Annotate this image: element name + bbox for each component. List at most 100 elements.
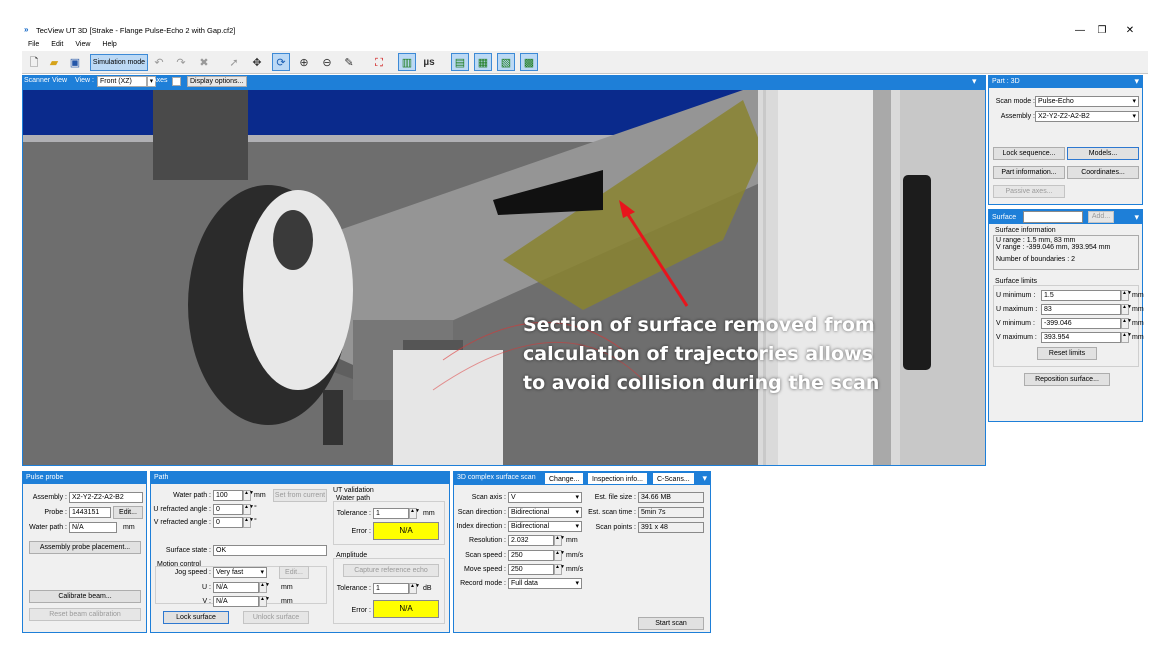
surface-tab[interactable]: Surface: [992, 212, 1016, 224]
v-position-spinner[interactable]: ▲▼: [259, 596, 270, 607]
unlock-surface-button[interactable]: Unlock surface: [243, 611, 309, 624]
fit-view-icon[interactable]: ⛶: [370, 53, 388, 71]
path-title: Path: [151, 472, 449, 484]
u-position-spinner[interactable]: ▲▼: [259, 582, 270, 593]
simulation-mode-button[interactable]: Simulation mode: [90, 54, 148, 71]
scan-speed-field[interactable]: 250: [508, 550, 554, 561]
v-refracted-field[interactable]: 0: [213, 517, 243, 528]
close-button[interactable]: ✕: [1120, 24, 1140, 38]
wp-tolerance-field[interactable]: 1: [373, 508, 409, 519]
v-min-field[interactable]: -399.046: [1041, 318, 1121, 329]
start-scan-button[interactable]: Start scan: [638, 617, 704, 630]
u-position-unit: mm: [281, 584, 293, 591]
lock-sequence-button[interactable]: Lock sequence...: [993, 147, 1065, 160]
reset-limits-button[interactable]: Reset limits: [1037, 347, 1097, 360]
part-information-button[interactable]: Part information...: [993, 166, 1065, 179]
scan-collapse-icon[interactable]: ▾: [702, 472, 707, 484]
menu-file[interactable]: File: [28, 39, 39, 51]
wp-error-label: Error :: [351, 528, 371, 535]
amp-tolerance-spinner[interactable]: ▲▼: [409, 583, 420, 594]
u-refracted-field[interactable]: 0: [213, 504, 243, 515]
open-folder-icon[interactable]: ▰: [45, 53, 63, 71]
set-from-current-button[interactable]: Set from current: [273, 489, 327, 502]
new-file-icon[interactable]: 🗋: [25, 53, 43, 71]
u-refracted-spinner[interactable]: ▲▼: [243, 504, 254, 515]
resolution-spinner[interactable]: ▲▼: [554, 535, 565, 546]
layout-3-icon[interactable]: ▧: [497, 53, 515, 71]
scan-speed-spinner[interactable]: ▲▼: [554, 550, 565, 561]
scan-axis-select[interactable]: V: [508, 492, 582, 503]
reset-beam-calibration-button[interactable]: Reset beam calibration: [29, 608, 141, 621]
cscans-tab[interactable]: C-Scans...: [652, 472, 695, 485]
u-max-field[interactable]: 83: [1041, 304, 1121, 315]
u-min-spinner[interactable]: ▲▼: [1121, 290, 1132, 301]
jog-speed-select[interactable]: Very fast: [213, 567, 267, 578]
passive-axes-button[interactable]: Passive axes...: [993, 185, 1065, 198]
delete-icon[interactable]: ✖: [195, 53, 213, 71]
scanner-view-collapse-icon[interactable]: ▾: [972, 76, 977, 87]
move-speed-field[interactable]: 250: [508, 564, 554, 575]
capture-reference-echo-button[interactable]: Capture reference echo: [343, 564, 439, 577]
probe-edit-button[interactable]: Edit...: [113, 506, 143, 519]
layout-4-icon[interactable]: ▩: [520, 53, 538, 71]
u-min-field[interactable]: 1.5: [1041, 290, 1121, 301]
maximize-button[interactable]: ❐: [1092, 24, 1112, 38]
change-tab[interactable]: Change...: [544, 472, 585, 485]
scan-mode-select[interactable]: Pulse-Echo: [1035, 96, 1139, 107]
add-surface-button[interactable]: Add...: [1088, 211, 1114, 223]
v-min-unit: mm: [1132, 320, 1144, 327]
wp-error-indicator: N/A: [373, 522, 439, 540]
lock-surface-button[interactable]: Lock surface: [163, 611, 229, 624]
index-direction-select[interactable]: Bidirectional: [508, 521, 582, 532]
assembly-select[interactable]: X2-Y2-Z2-A2-B2: [1035, 111, 1139, 122]
microseconds-icon[interactable]: µs: [420, 53, 438, 71]
inspection-info-tab[interactable]: Inspection info...: [587, 472, 648, 485]
amp-tolerance-field[interactable]: 1: [373, 583, 409, 594]
menu-view[interactable]: View: [75, 39, 90, 51]
wp-tolerance-unit: mm: [423, 510, 435, 517]
scan-direction-select[interactable]: Bidirectional: [508, 507, 582, 518]
ut-validation-label: UT validation: [333, 487, 374, 494]
surface-collapse-icon[interactable]: ▾: [1134, 211, 1139, 223]
record-mode-select[interactable]: Full data: [508, 578, 582, 589]
models-button[interactable]: Models...: [1067, 147, 1139, 160]
v-refracted-spinner[interactable]: ▲▼: [243, 517, 254, 528]
pan-icon[interactable]: ✥: [248, 53, 266, 71]
menu-help[interactable]: Help: [102, 39, 116, 51]
amp-error-indicator: N/A: [373, 600, 439, 618]
ascan-view-icon[interactable]: ▥: [398, 53, 416, 71]
jog-edit-button[interactable]: Edit...: [279, 566, 309, 579]
layout-1-icon[interactable]: ▤: [451, 53, 469, 71]
resolution-field[interactable]: 2.032: [508, 535, 554, 546]
v-max-spinner[interactable]: ▲▼: [1121, 332, 1132, 343]
assembly-probe-placement-button[interactable]: Assembly probe placement...: [29, 541, 141, 554]
view-select[interactable]: Front (XZ): [97, 76, 147, 87]
redo-icon[interactable]: ↷: [172, 53, 190, 71]
wp-tolerance-spinner[interactable]: ▲▼: [409, 508, 420, 519]
menu-edit[interactable]: Edit: [51, 39, 63, 51]
scanner-3d-viewport[interactable]: Section of surface removed from calculat…: [22, 89, 986, 466]
move-speed-spinner[interactable]: ▲▼: [554, 564, 565, 575]
part-collapse-icon[interactable]: ▾: [1134, 76, 1139, 87]
minimize-button[interactable]: —: [1070, 24, 1090, 38]
u-max-spinner[interactable]: ▲▼: [1121, 304, 1132, 315]
display-options-button[interactable]: Display options...: [187, 76, 247, 87]
layout-2-icon[interactable]: ▦: [474, 53, 492, 71]
coordinates-button[interactable]: Coordinates...: [1067, 166, 1139, 179]
zoom-out-icon[interactable]: ⊖: [318, 53, 336, 71]
undo-icon[interactable]: ↶: [150, 53, 168, 71]
calibrate-beam-button[interactable]: Calibrate beam...: [29, 590, 141, 603]
axes-checkbox[interactable]: [172, 77, 181, 86]
v-min-spinner[interactable]: ▲▼: [1121, 318, 1132, 329]
side-select[interactable]: Side A: [1023, 211, 1083, 223]
reposition-surface-button[interactable]: Reposition surface...: [1024, 373, 1110, 386]
rotate-icon[interactable]: ⟳: [272, 53, 290, 71]
pointer-icon[interactable]: ➚: [225, 53, 243, 71]
index-direction-label: Index direction :: [456, 523, 506, 530]
zoom-in-icon[interactable]: ⊕: [295, 53, 313, 71]
ruler-icon[interactable]: ✎: [340, 53, 358, 71]
path-water-path-field[interactable]: 100: [213, 490, 243, 501]
save-icon[interactable]: ▣: [66, 53, 84, 71]
path-water-path-spinner[interactable]: ▲▼: [243, 490, 254, 501]
v-max-field[interactable]: 393.954: [1041, 332, 1121, 343]
